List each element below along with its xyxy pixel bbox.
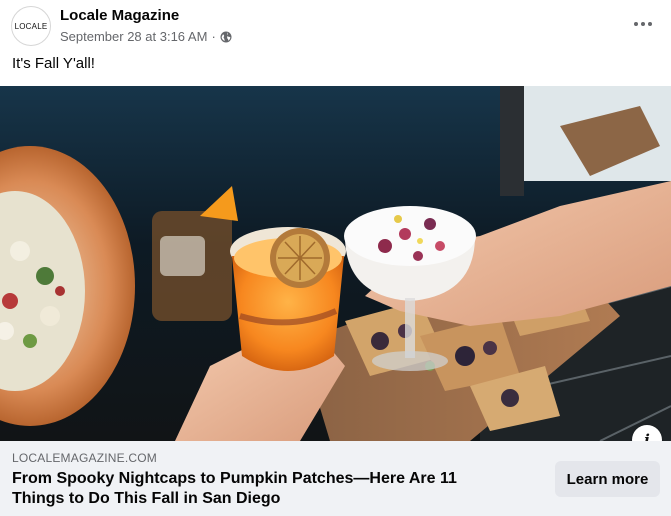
post-meta: September 28 at 3:16 AM · [60, 29, 232, 44]
page-name-link[interactable]: Locale Magazine [60, 7, 179, 24]
page-avatar[interactable]: LOCALE [11, 6, 51, 46]
post-options-button[interactable] [629, 10, 657, 38]
meta-separator: · [211, 29, 216, 44]
more-horizontal-icon [634, 22, 652, 26]
post-photo[interactable] [0, 86, 671, 441]
post-header: LOCALE Locale Magazine September 28 at 3… [0, 0, 671, 52]
globe-icon[interactable] [220, 31, 232, 43]
post-timestamp[interactable]: September 28 at 3:16 AM [60, 29, 207, 44]
learn-more-button[interactable]: Learn more [555, 461, 660, 497]
post-caption: It's Fall Y'all! [12, 55, 95, 72]
link-preview-card[interactable]: LOCALEMAGAZINE.COM From Spooky Nightcaps… [0, 441, 671, 516]
link-domain: LOCALEMAGAZINE.COM [12, 451, 157, 465]
link-headline[interactable]: From Spooky Nightcaps to Pumpkin Patches… [12, 469, 512, 509]
avatar-logo-text: LOCALE [14, 21, 48, 31]
cocktails-photo [0, 86, 671, 441]
